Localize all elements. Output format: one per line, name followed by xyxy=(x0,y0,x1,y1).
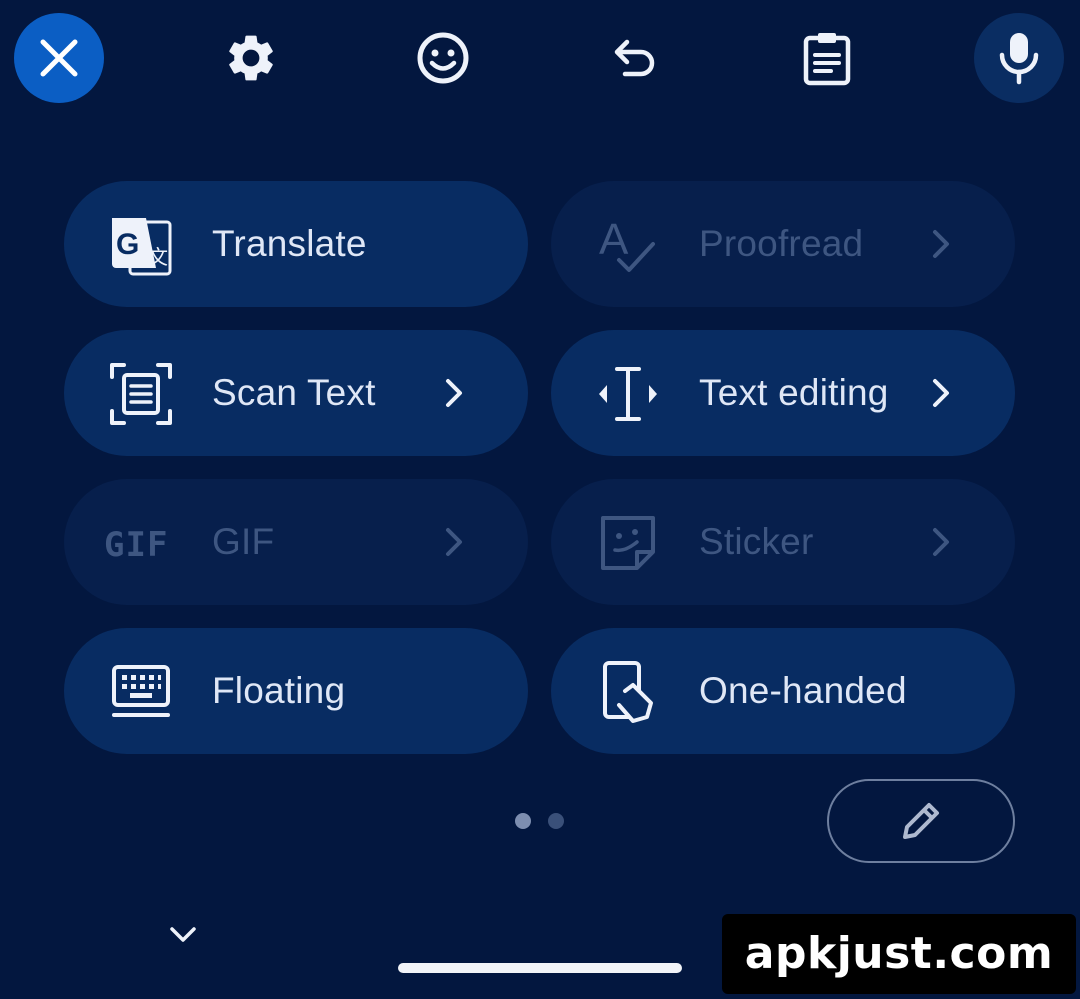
tile-label: Proofread xyxy=(699,223,864,264)
page-indicator xyxy=(515,813,565,829)
scan-text-icon xyxy=(108,361,174,427)
chevron-right-icon xyxy=(933,528,949,556)
chevron-down-icon xyxy=(170,927,196,942)
floating-tile[interactable]: Floating xyxy=(64,628,528,754)
tile-label: Text editing xyxy=(699,372,889,413)
edit-tiles-button[interactable] xyxy=(827,779,1015,863)
proofread-icon: A xyxy=(595,212,661,278)
voice-input-button[interactable] xyxy=(974,13,1064,103)
close-icon xyxy=(40,39,78,77)
gif-icon: GIF xyxy=(104,510,180,576)
close-button[interactable] xyxy=(14,13,104,103)
tile-label: Translate xyxy=(212,223,367,264)
gear-icon xyxy=(229,35,273,81)
tile-label: GIF xyxy=(212,521,275,562)
text-editing-tile[interactable]: Text editing xyxy=(551,330,1015,456)
tile-label: Sticker xyxy=(699,521,814,562)
keyboard-toolbar xyxy=(0,0,1080,116)
sticker-icon xyxy=(595,510,661,576)
one-handed-tile[interactable]: One-handed xyxy=(551,628,1015,754)
sticker-tile[interactable]: Sticker xyxy=(551,479,1015,605)
text-cursor-icon xyxy=(595,361,661,427)
chevron-right-icon xyxy=(446,528,462,556)
translate-icon: G 文 xyxy=(108,212,174,278)
proofread-tile[interactable]: A Proofread xyxy=(551,181,1015,307)
collapse-keyboard-button[interactable] xyxy=(160,915,206,955)
settings-button[interactable] xyxy=(206,13,296,103)
chevron-right-icon xyxy=(446,379,462,407)
tile-label: Floating xyxy=(212,670,346,711)
mic-icon xyxy=(999,33,1039,85)
emoji-button[interactable] xyxy=(398,13,488,103)
undo-button[interactable] xyxy=(590,13,680,103)
page-dot-active xyxy=(515,813,531,829)
scan-text-tile[interactable]: Scan Text xyxy=(64,330,528,456)
tile-label: Scan Text xyxy=(212,372,376,413)
svg-text:GIF: GIF xyxy=(104,525,168,565)
one-handed-icon xyxy=(595,659,661,725)
gif-tile[interactable]: GIF GIF xyxy=(64,479,528,605)
keyboard-icon xyxy=(108,659,174,725)
tile-label: One-handed xyxy=(699,670,907,711)
translate-tile[interactable]: G 文 Translate xyxy=(64,181,528,307)
clipboard-button[interactable] xyxy=(782,13,872,103)
chevron-right-icon xyxy=(933,379,949,407)
navigation-handle[interactable] xyxy=(398,963,682,973)
page-dot[interactable] xyxy=(548,813,564,829)
emoji-icon xyxy=(417,32,469,84)
clipboard-icon xyxy=(803,33,851,86)
watermark: apkjust.com xyxy=(722,914,1076,994)
svg-text:G: G xyxy=(116,228,139,261)
svg-text:文: 文 xyxy=(148,245,168,269)
chevron-right-icon xyxy=(933,230,949,258)
svg-text:A: A xyxy=(599,215,629,264)
pencil-icon xyxy=(903,803,939,839)
undo-icon xyxy=(614,39,655,77)
